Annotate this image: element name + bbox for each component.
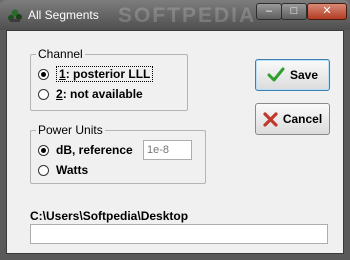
channel-option-2-hotkey: 2 (56, 87, 63, 101)
power-option-watts[interactable]: Watts (38, 163, 88, 177)
close-button[interactable]: ✕ (307, 3, 347, 20)
maximize-icon: □ (290, 5, 298, 17)
radio-button[interactable] (38, 88, 49, 100)
channel-option-1-hotkey: 1 (59, 67, 66, 81)
close-icon: ✕ (322, 5, 332, 17)
channel-option-2-label: 2: not available (56, 87, 143, 101)
dialog-client-area: Channel 1: posterior LLL 2: not availabl… (6, 30, 344, 254)
save-button-label: Save (289, 68, 319, 82)
channel-option-2[interactable]: 2: not available (38, 87, 143, 101)
power-units-group: Power Units dB, reference 1e-8 Watts (30, 123, 206, 184)
radio-button-selected[interactable] (38, 68, 49, 80)
power-option-db[interactable]: dB, reference (38, 143, 133, 157)
cancel-button[interactable]: Cancel (255, 103, 330, 135)
app-window: All Segments SOFTPEDIA – □ ✕ Channel 1: … (0, 0, 350, 260)
power-units-legend: Power Units (36, 123, 105, 137)
channel-option-1-label: 1: posterior LLL (56, 66, 154, 82)
reference-input[interactable]: 1e-8 (143, 140, 192, 160)
radio-button[interactable] (38, 164, 49, 176)
title-bar[interactable]: All Segments SOFTPEDIA – □ ✕ (0, 0, 350, 30)
cancel-button-label: Cancel (282, 112, 323, 126)
app-icon (8, 9, 22, 22)
radio-button-selected[interactable] (38, 144, 49, 156)
minimize-button[interactable]: – (256, 3, 282, 20)
channel-legend: Channel (36, 47, 85, 61)
watermark: SOFTPEDIA (118, 4, 257, 27)
minimize-icon: – (265, 5, 273, 17)
checkmark-icon (267, 67, 285, 82)
channel-group: Channel 1: posterior LLL 2: not availabl… (30, 47, 188, 111)
channel-option-2-text: : not available (62, 87, 143, 101)
x-icon (263, 111, 278, 127)
path-input[interactable] (30, 224, 328, 244)
power-option-db-label: dB, reference (56, 143, 133, 157)
window-title: All Segments (28, 8, 99, 22)
save-button[interactable]: Save (255, 59, 330, 91)
channel-option-1[interactable]: 1: posterior LLL (38, 66, 154, 82)
maximize-button[interactable]: □ (281, 3, 307, 20)
channel-option-1-text: : posterior LLL (65, 67, 151, 81)
path-label: C:\Users\Softpedia\Desktop (30, 209, 189, 223)
power-option-watts-label: Watts (56, 163, 89, 177)
